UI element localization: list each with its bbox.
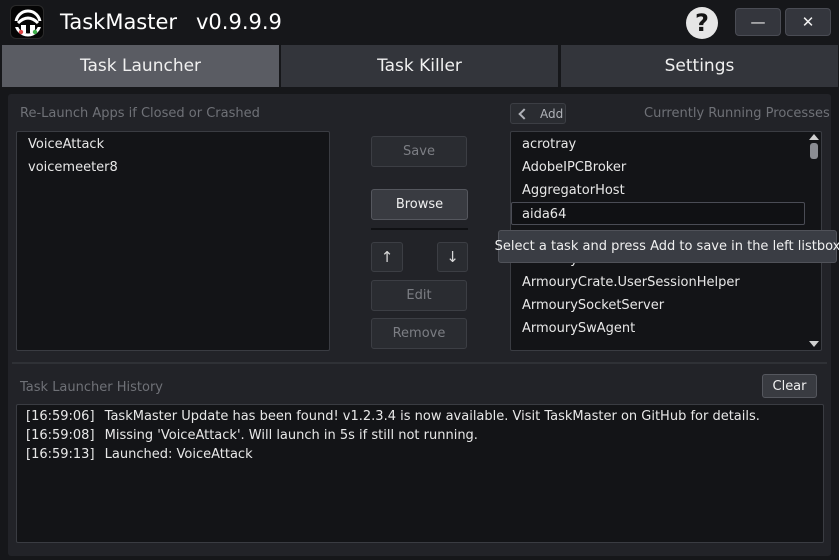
list-item[interactable]: ArmourySocketServer <box>511 294 821 317</box>
add-button[interactable]: Add <box>510 103 566 124</box>
processes-label: Currently Running Processes <box>644 106 830 121</box>
list-item[interactable]: VoiceAttack <box>17 133 329 156</box>
history-entry: [16:59:08] Missing 'VoiceAttack'. Will l… <box>17 426 823 445</box>
add-button-label: Add <box>540 106 564 121</box>
scroll-thumb[interactable] <box>810 143 818 159</box>
browse-button[interactable]: Browse <box>371 189 468 220</box>
history-timestamp: [16:59:13] <box>26 447 95 462</box>
tab-settings[interactable]: Settings <box>561 45 838 87</box>
history-timestamp: [16:59:08] <box>26 428 95 443</box>
save-button[interactable]: Save <box>371 136 467 167</box>
relaunch-label: Re-Launch Apps if Closed or Crashed <box>20 106 260 121</box>
history-message: TaskMaster Update has been found! v1.2.3… <box>104 409 760 424</box>
scroll-up-arrow-icon[interactable] <box>809 134 819 140</box>
app-version: v0.9.9.9 <box>196 10 282 34</box>
list-item[interactable]: ArmourySwAgent <box>511 317 821 340</box>
remove-button[interactable]: Remove <box>371 318 467 349</box>
close-button[interactable]: ✕ <box>785 8 831 36</box>
chevron-left-icon <box>518 107 530 120</box>
history-timestamp: [16:59:06] <box>26 409 95 424</box>
tab-task-killer[interactable]: Task Killer <box>281 45 558 87</box>
history-log[interactable]: [16:59:06] TaskMaster Update has been fo… <box>16 404 824 543</box>
move-up-button[interactable]: ↑ <box>371 242 403 272</box>
scroll-down-arrow-icon[interactable] <box>809 341 819 347</box>
list-item[interactable]: acrotray <box>511 133 821 156</box>
edit-button[interactable]: Edit <box>371 280 467 311</box>
app-title: TaskMaster <box>60 10 178 34</box>
minimize-button[interactable]: — <box>735 8 781 36</box>
add-tooltip: Select a task and press Add to save in t… <box>495 230 839 263</box>
divider <box>12 362 827 364</box>
list-item[interactable]: ArmouryCrate.UserSessionHelper <box>511 271 821 294</box>
app-logo-icon <box>10 5 44 39</box>
history-entry: [16:59:13] Launched: VoiceAttack <box>17 445 823 464</box>
move-down-button[interactable]: ↓ <box>437 242 468 272</box>
history-label: Task Launcher History <box>20 380 163 395</box>
clear-button[interactable]: Clear <box>762 374 817 398</box>
tab-task-launcher[interactable]: Task Launcher <box>2 45 279 87</box>
history-entry: [16:59:06] TaskMaster Update has been fo… <box>17 407 823 426</box>
divider <box>371 228 468 230</box>
list-item-selected[interactable]: aida64 <box>511 202 805 225</box>
relaunch-listbox[interactable]: VoiceAttack voicemeeter8 <box>16 131 330 351</box>
list-item[interactable]: AggregatorHost <box>511 179 821 202</box>
history-message: Launched: VoiceAttack <box>104 447 253 462</box>
help-icon[interactable]: ? <box>686 7 718 39</box>
history-message: Missing 'VoiceAttack'. Will launch in 5s… <box>104 428 478 443</box>
list-item[interactable]: voicemeeter8 <box>17 156 329 179</box>
list-item[interactable]: AdobeIPCBroker <box>511 156 821 179</box>
